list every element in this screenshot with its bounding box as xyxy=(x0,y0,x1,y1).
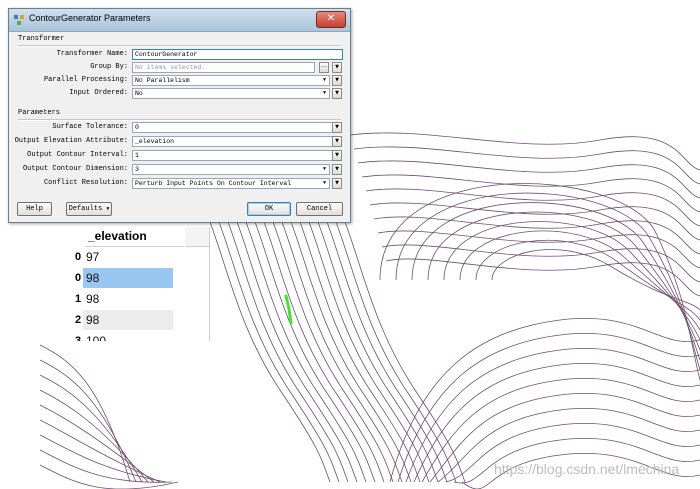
elevation-cell[interactable]: 98 xyxy=(83,289,173,309)
conflict-resolution-value: Perturb Input Points On Contour Interval xyxy=(135,180,292,187)
table-row[interactable]: 0 97 xyxy=(75,247,209,267)
output-contour-interval-menu-button[interactable]: ▼ xyxy=(332,150,342,161)
parallel-processing-value: No Parallelism xyxy=(135,77,190,84)
column-header-elevation[interactable]: _elevation xyxy=(85,227,184,247)
transformer-icon xyxy=(14,15,24,25)
table-row[interactable]: 2 98 xyxy=(75,310,209,330)
elevation-cell[interactable]: 98 xyxy=(83,310,173,330)
elevation-cell[interactable]: 98 xyxy=(83,268,173,288)
conflict-resolution-select[interactable]: Perturb Input Points On Contour Interval… xyxy=(132,178,330,189)
row-output-elevation-attribute: Output Elevation Attribute: _elevation ▼ xyxy=(9,136,350,147)
section-parameters: Parameters xyxy=(18,109,61,117)
row-group-by: Group By: No items selected. … ▼ xyxy=(9,62,350,73)
conflict-resolution-label: Conflict Resolution: xyxy=(43,179,128,187)
output-contour-dimension-menu-button[interactable]: ▼ xyxy=(332,164,342,175)
group-by-label: Group By: xyxy=(90,63,128,71)
row-input-ordered: Input Ordered: No ▼ ▼ xyxy=(9,88,350,99)
table-row[interactable]: 3 100 xyxy=(75,331,209,341)
output-elevation-attribute-label: Output Elevation Attribute: xyxy=(14,137,128,145)
defaults-button-label: Defaults xyxy=(68,205,103,213)
attribute-table[interactable]: _elevation 0 97 0 98 1 98 2 98 3 100 xyxy=(75,227,210,341)
row-surface-tolerance: Surface Tolerance: 0 ▼ xyxy=(9,122,350,133)
row-id: 1 xyxy=(75,293,82,305)
section-transformer: Transformer xyxy=(18,35,65,43)
table-row[interactable]: 1 98 xyxy=(75,289,209,309)
row-parallel-processing: Parallel Processing: No Parallelism ▼ ▼ xyxy=(9,75,350,86)
elevation-cell[interactable]: 100 xyxy=(83,331,173,341)
output-elevation-attribute-menu-button[interactable]: ▼ xyxy=(332,136,342,147)
output-contour-dimension-label: Output Contour Dimension: xyxy=(22,165,128,173)
output-elevation-attribute-input[interactable]: _elevation xyxy=(132,136,334,147)
chevron-down-icon: ▼ xyxy=(322,166,326,172)
output-contour-interval-label: Output Contour Interval: xyxy=(27,151,128,159)
divider xyxy=(18,45,341,47)
transformer-name-input[interactable]: ContourGenerator xyxy=(132,49,343,60)
parallel-processing-select[interactable]: No Parallelism ▼ xyxy=(132,75,330,86)
group-by-field[interactable]: No items selected. xyxy=(132,62,315,73)
help-button[interactable]: Help xyxy=(17,202,52,216)
output-contour-dimension-value: 3 xyxy=(135,166,139,173)
surface-tolerance-menu-button[interactable]: ▼ xyxy=(332,122,342,133)
surface-tolerance-label: Surface Tolerance: xyxy=(52,123,128,131)
row-id: 2 xyxy=(75,314,82,326)
elevation-cell[interactable]: 97 xyxy=(83,247,173,267)
chevron-down-icon: ▼ xyxy=(322,77,326,83)
chevron-down-icon: ▼ xyxy=(322,180,326,186)
divider xyxy=(18,119,341,121)
row-output-contour-interval: Output Contour Interval: 1 ▼ xyxy=(9,150,350,161)
input-ordered-menu-button[interactable]: ▼ xyxy=(332,88,342,99)
row-transformer-name: Transformer Name: ContourGenerator xyxy=(9,49,350,60)
cancel-button[interactable]: Cancel xyxy=(296,202,343,216)
chevron-down-icon: ▼ xyxy=(106,206,110,212)
watermark: https://blog.csdn.net/lmechina xyxy=(494,461,680,477)
row-id: 0 xyxy=(75,272,82,284)
group-by-browse-button[interactable]: … xyxy=(319,62,329,73)
input-ordered-label: Input Ordered: xyxy=(69,89,128,97)
input-ordered-value: No xyxy=(135,90,143,97)
group-by-menu-button[interactable]: ▼ xyxy=(332,62,342,73)
transformer-name-label: Transformer Name: xyxy=(56,50,128,58)
row-output-contour-dimension: Output Contour Dimension: 3 ▼ ▼ xyxy=(9,164,350,175)
row-id: 0 xyxy=(75,251,82,263)
dialog-titlebar[interactable]: ContourGenerator Parameters ✕ xyxy=(9,9,350,32)
close-button[interactable]: ✕ xyxy=(316,11,346,28)
output-contour-interval-input[interactable]: 1 xyxy=(132,150,334,161)
input-ordered-select[interactable]: No ▼ xyxy=(132,88,330,99)
chevron-down-icon: ▼ xyxy=(322,90,326,96)
contourgenerator-parameters-dialog: ContourGenerator Parameters ✕ Transforme… xyxy=(8,8,351,223)
row-conflict-resolution: Conflict Resolution: Perturb Input Point… xyxy=(9,178,350,189)
parallel-processing-label: Parallel Processing: xyxy=(43,76,128,84)
dialog-title: ContourGenerator Parameters xyxy=(29,13,151,23)
conflict-resolution-menu-button[interactable]: ▼ xyxy=(332,178,342,189)
parallel-processing-menu-button[interactable]: ▼ xyxy=(332,75,342,86)
ok-button[interactable]: OK xyxy=(247,202,291,216)
table-row[interactable]: 0 98 xyxy=(75,268,209,288)
surface-tolerance-input[interactable]: 0 xyxy=(132,122,334,133)
defaults-button[interactable]: Defaults ▼ xyxy=(66,202,112,216)
column-header-empty xyxy=(185,227,209,247)
row-id: 3 xyxy=(75,335,82,341)
output-contour-dimension-select[interactable]: 3 ▼ xyxy=(132,164,330,175)
